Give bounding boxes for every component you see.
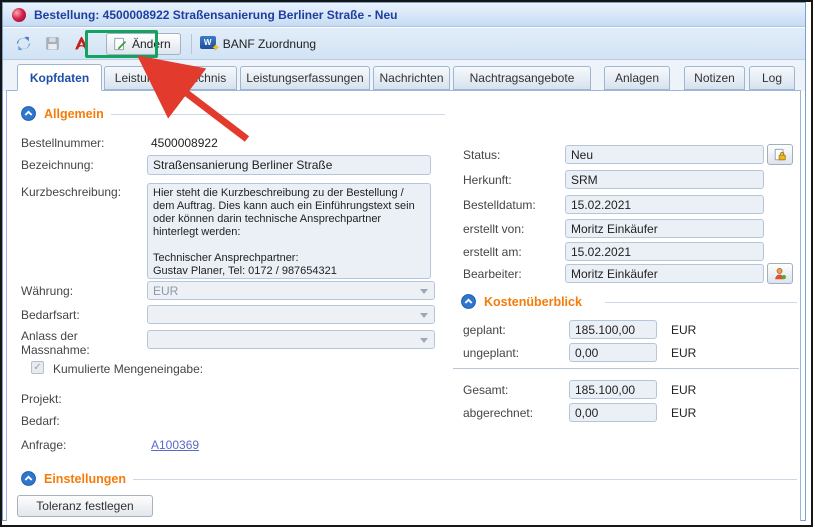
geplant-label: geplant: [463, 323, 506, 337]
bearbeiter-field: Moritz Einkäufer [565, 264, 764, 283]
bestelldatum-field: 15.02.2021 [565, 195, 764, 214]
herkunft-field: SRM [565, 170, 764, 189]
kosten-divider [453, 368, 799, 369]
herkunft-label: Herkunft: [463, 173, 512, 187]
section-line [605, 302, 797, 303]
geplant-field: 185.100,00 [569, 320, 657, 339]
gesamt-field: 185.100,00 [569, 380, 657, 399]
tab-anlagen[interactable]: Anlagen [604, 66, 670, 90]
collapse-arrow-icon[interactable] [21, 471, 36, 486]
projekt-label: Projekt: [21, 392, 62, 406]
window-title: Bestellung: 4500008922 Straßensanierung … [34, 8, 397, 22]
currency-label: EUR [671, 406, 696, 420]
ungeplant-label: ungeplant: [463, 346, 519, 360]
banf-transaction-icon: W✦ [200, 36, 218, 51]
kumulierte-checkbox[interactable]: ✓ [31, 361, 44, 374]
erstellt-von-field: Moritz Einkäufer [565, 219, 764, 238]
erstellt-am-label: erstellt am: [463, 245, 522, 259]
title-bar: Bestellung: 4500008922 Straßensanierung … [3, 3, 805, 27]
tab-notizen[interactable]: Notizen [684, 66, 745, 90]
status-field: Neu [565, 145, 764, 164]
anfrage-label: Anfrage: [21, 438, 66, 452]
bedarfsart-select[interactable] [147, 305, 435, 324]
bezeichnung-label: Bezeichnung: [21, 158, 94, 172]
document-lock-icon [773, 148, 787, 162]
section-line [111, 114, 445, 115]
tab-nachtragsangebote[interactable]: Nachtragsangebote [453, 66, 591, 90]
bearbeiter-label: Bearbeiter: [463, 267, 522, 281]
toleranz-festlegen-button[interactable]: Toleranz festlegen [17, 495, 153, 517]
banf-zuordnung-button[interactable]: W✦ BANF Zuordnung [200, 36, 316, 51]
annotation-highlight-box [85, 30, 158, 58]
abgerechnet-label: abgerechnet: [463, 406, 533, 420]
bedarf-label: Bedarf: [21, 414, 60, 428]
application-window: Bestellung: 4500008922 Straßensanierung … [2, 2, 806, 521]
currency-label: EUR [671, 383, 696, 397]
bearbeiter-change-button[interactable] [767, 263, 793, 284]
abgerechnet-field: 0,00 [569, 403, 657, 422]
section-allgemein-title: Allgemein [44, 107, 104, 121]
tab-kopfdaten[interactable]: Kopfdaten [17, 64, 102, 91]
anlass-select[interactable] [147, 330, 435, 349]
section-kosten-title: Kostenüberblick [484, 295, 582, 309]
tab-leistungserfassungen[interactable]: Leistungserfassungen [240, 66, 370, 90]
kurzbeschreibung-textarea[interactable]: Hier steht die Kurzbeschreibung zu der B… [147, 183, 431, 279]
person-icon [773, 267, 787, 281]
kumulierte-label: Kumulierte Mengeneingabe: [53, 362, 203, 376]
erstellt-am-field: 15.02.2021 [565, 242, 764, 261]
erstellt-von-label: erstellt von: [463, 222, 524, 236]
collapse-arrow-icon[interactable] [461, 294, 476, 309]
toolbar-separator [191, 34, 192, 54]
app-sphere-icon [11, 7, 27, 23]
status-history-button[interactable] [767, 144, 793, 165]
section-line [133, 479, 797, 480]
section-allgemein: Allgemein [21, 106, 104, 121]
bestellnummer-value: 4500008922 [151, 136, 218, 150]
anfrage-link[interactable]: A100369 [151, 438, 199, 452]
refresh-icon[interactable] [15, 35, 32, 52]
tab-leistungsverzeichnis[interactable]: Leistungsverzeichnis [104, 66, 237, 90]
section-kostenueberblick: Kostenüberblick [461, 294, 582, 309]
save-icon[interactable] [44, 35, 61, 52]
banf-label: BANF Zuordnung [223, 37, 316, 51]
waehrung-label: Währung: [21, 284, 73, 298]
bestellnummer-label: Bestellnummer: [21, 136, 104, 150]
anlass-label: Anlass der Massnahme: [21, 329, 133, 357]
tab-nachrichten[interactable]: Nachrichten [373, 66, 450, 90]
section-einstellungen-title: Einstellungen [44, 472, 126, 486]
tab-strip: Kopfdaten Leistungsverzeichnis Leistungs… [3, 60, 805, 91]
ungeplant-field: 0,00 [569, 343, 657, 362]
tab-log[interactable]: Log [749, 66, 795, 90]
waehrung-select[interactable]: EUR [147, 281, 435, 300]
section-einstellungen: Einstellungen [21, 471, 126, 486]
currency-label: EUR [671, 346, 696, 360]
gesamt-label: Gesamt: [463, 383, 508, 397]
status-label: Status: [463, 148, 500, 162]
bestelldatum-label: Bestelldatum: [463, 198, 536, 212]
kurzbeschreibung-label: Kurzbeschreibung: [21, 185, 121, 199]
currency-label: EUR [671, 323, 696, 337]
bedarfsart-label: Bedarfsart: [21, 308, 80, 322]
kopfdaten-panel: Allgemein Bestellnummer: 4500008922 Beze… [6, 90, 801, 521]
collapse-arrow-icon[interactable] [21, 106, 36, 121]
bezeichnung-field[interactable]: Straßensanierung Berliner Straße [147, 155, 431, 175]
